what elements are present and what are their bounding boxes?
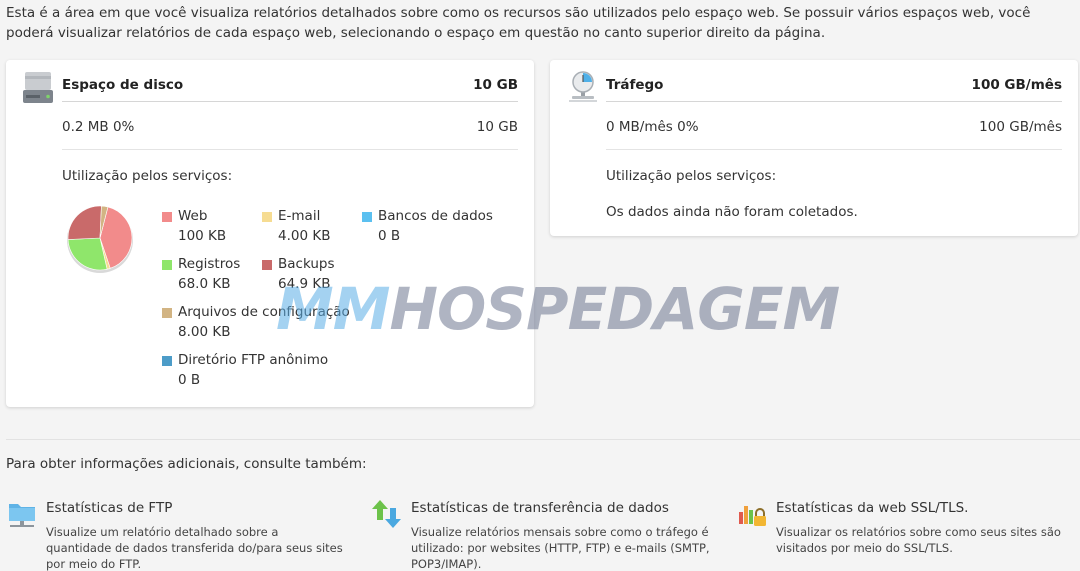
hard-disk-icon xyxy=(22,70,54,110)
legend-value-logs: 68.0 KB xyxy=(178,276,231,292)
legend-item-anon-ftp: Diretório FTP anônimo 0 B xyxy=(162,350,328,390)
legend-item-logs: Registros 68.0 KB xyxy=(162,254,240,294)
section-divider xyxy=(6,439,1080,440)
pie-slice-4 xyxy=(67,205,102,240)
disk-space-card: Espaço de disco 10 GB 0.2 MB 0% 10 GB Ut… xyxy=(6,60,534,407)
legend-swatch-backups xyxy=(262,260,272,270)
traffic-usage-row: 0 MB/mês 0% 100 GB/mês xyxy=(606,104,1062,150)
pie-slice-3 xyxy=(67,237,108,271)
disk-usage-title: Utilização pelos serviços: xyxy=(62,168,233,184)
page-intro: Esta é a área em que você visualiza rela… xyxy=(6,5,1031,41)
legend-value-databases: 0 B xyxy=(378,228,401,244)
legend-swatch-web xyxy=(162,212,172,222)
legend-value-email: 4.00 KB xyxy=(278,228,331,244)
legend-swatch-config-files xyxy=(162,308,172,318)
legend-label-email: E-mail xyxy=(278,208,321,224)
legend-swatch-anon-ftp xyxy=(162,356,172,366)
disk-used: 0.2 MB 0% xyxy=(62,118,135,135)
traffic-usage-title: Utilização pelos serviços: xyxy=(606,168,777,184)
disk-title: Espaço de disco xyxy=(62,76,184,93)
legend-label-logs: Registros xyxy=(178,256,241,272)
ftp-stats-description: Visualize um relatório detalhado sobre a… xyxy=(46,525,343,571)
traffic-no-data-message: Os dados ainda não foram coletados. xyxy=(606,204,858,220)
legend-swatch-databases xyxy=(362,212,372,222)
more-info-title: Para obter informações adicionais, consu… xyxy=(6,456,367,472)
disk-total: 10 GB xyxy=(476,118,518,135)
legend-value-web: 100 KB xyxy=(178,228,227,244)
legend-item-email: E-mail 4.00 KB xyxy=(262,206,330,246)
traffic-total: 100 GB/mês xyxy=(979,118,1062,135)
disk-usage-row: 0.2 MB 0% 10 GB xyxy=(62,104,518,150)
legend-swatch-logs xyxy=(162,260,172,270)
traffic-title: Tráfego xyxy=(606,76,664,93)
legend-label-backups: Backups xyxy=(278,256,335,272)
ftp-stats-title[interactable]: Estatísticas de FTP xyxy=(46,500,172,516)
watermark-part1: MM xyxy=(276,275,390,343)
traffic-card: Tráfego 100 GB/mês 0 MB/mês 0% 100 GB/mê… xyxy=(550,60,1078,236)
traffic-limit: 100 GB/mês xyxy=(971,76,1062,93)
transfer-stats-title[interactable]: Estatísticas de transferência de dados xyxy=(411,500,669,516)
legend-swatch-email xyxy=(262,212,272,222)
traffic-used: 0 MB/mês 0% xyxy=(606,118,699,135)
transfer-stats-description: Visualize relatórios mensais sobre como … xyxy=(411,525,710,571)
watermark-part2: HOSPEDAGEM xyxy=(389,275,840,343)
disk-header: Espaço de disco 10 GB xyxy=(62,72,518,102)
ssl-stats-title[interactable]: Estatísticas da web SSL/TLS. xyxy=(776,500,968,516)
legend-item-web: Web 100 KB xyxy=(162,206,226,246)
ftp-stats-icon xyxy=(6,498,38,530)
watermark-logo: MMHOSPEDAGEM xyxy=(276,275,840,343)
legend-value-anon-ftp: 0 B xyxy=(178,372,201,388)
traffic-header: Tráfego 100 GB/mês xyxy=(606,72,1062,102)
legend-label-databases: Bancos de dados xyxy=(378,208,493,224)
disk-usage-pie-chart xyxy=(67,205,133,273)
transfer-stats-icon xyxy=(371,498,403,530)
legend-label-anon-ftp: Diretório FTP anônimo xyxy=(178,352,329,368)
traffic-clock-icon xyxy=(566,70,600,108)
ssl-stats-description: Visualizar os relatórios sobre como seus… xyxy=(776,525,1061,555)
ssl-stats-icon xyxy=(736,498,768,530)
disk-limit: 10 GB xyxy=(473,76,518,93)
legend-item-databases: Bancos de dados 0 B xyxy=(362,206,493,246)
